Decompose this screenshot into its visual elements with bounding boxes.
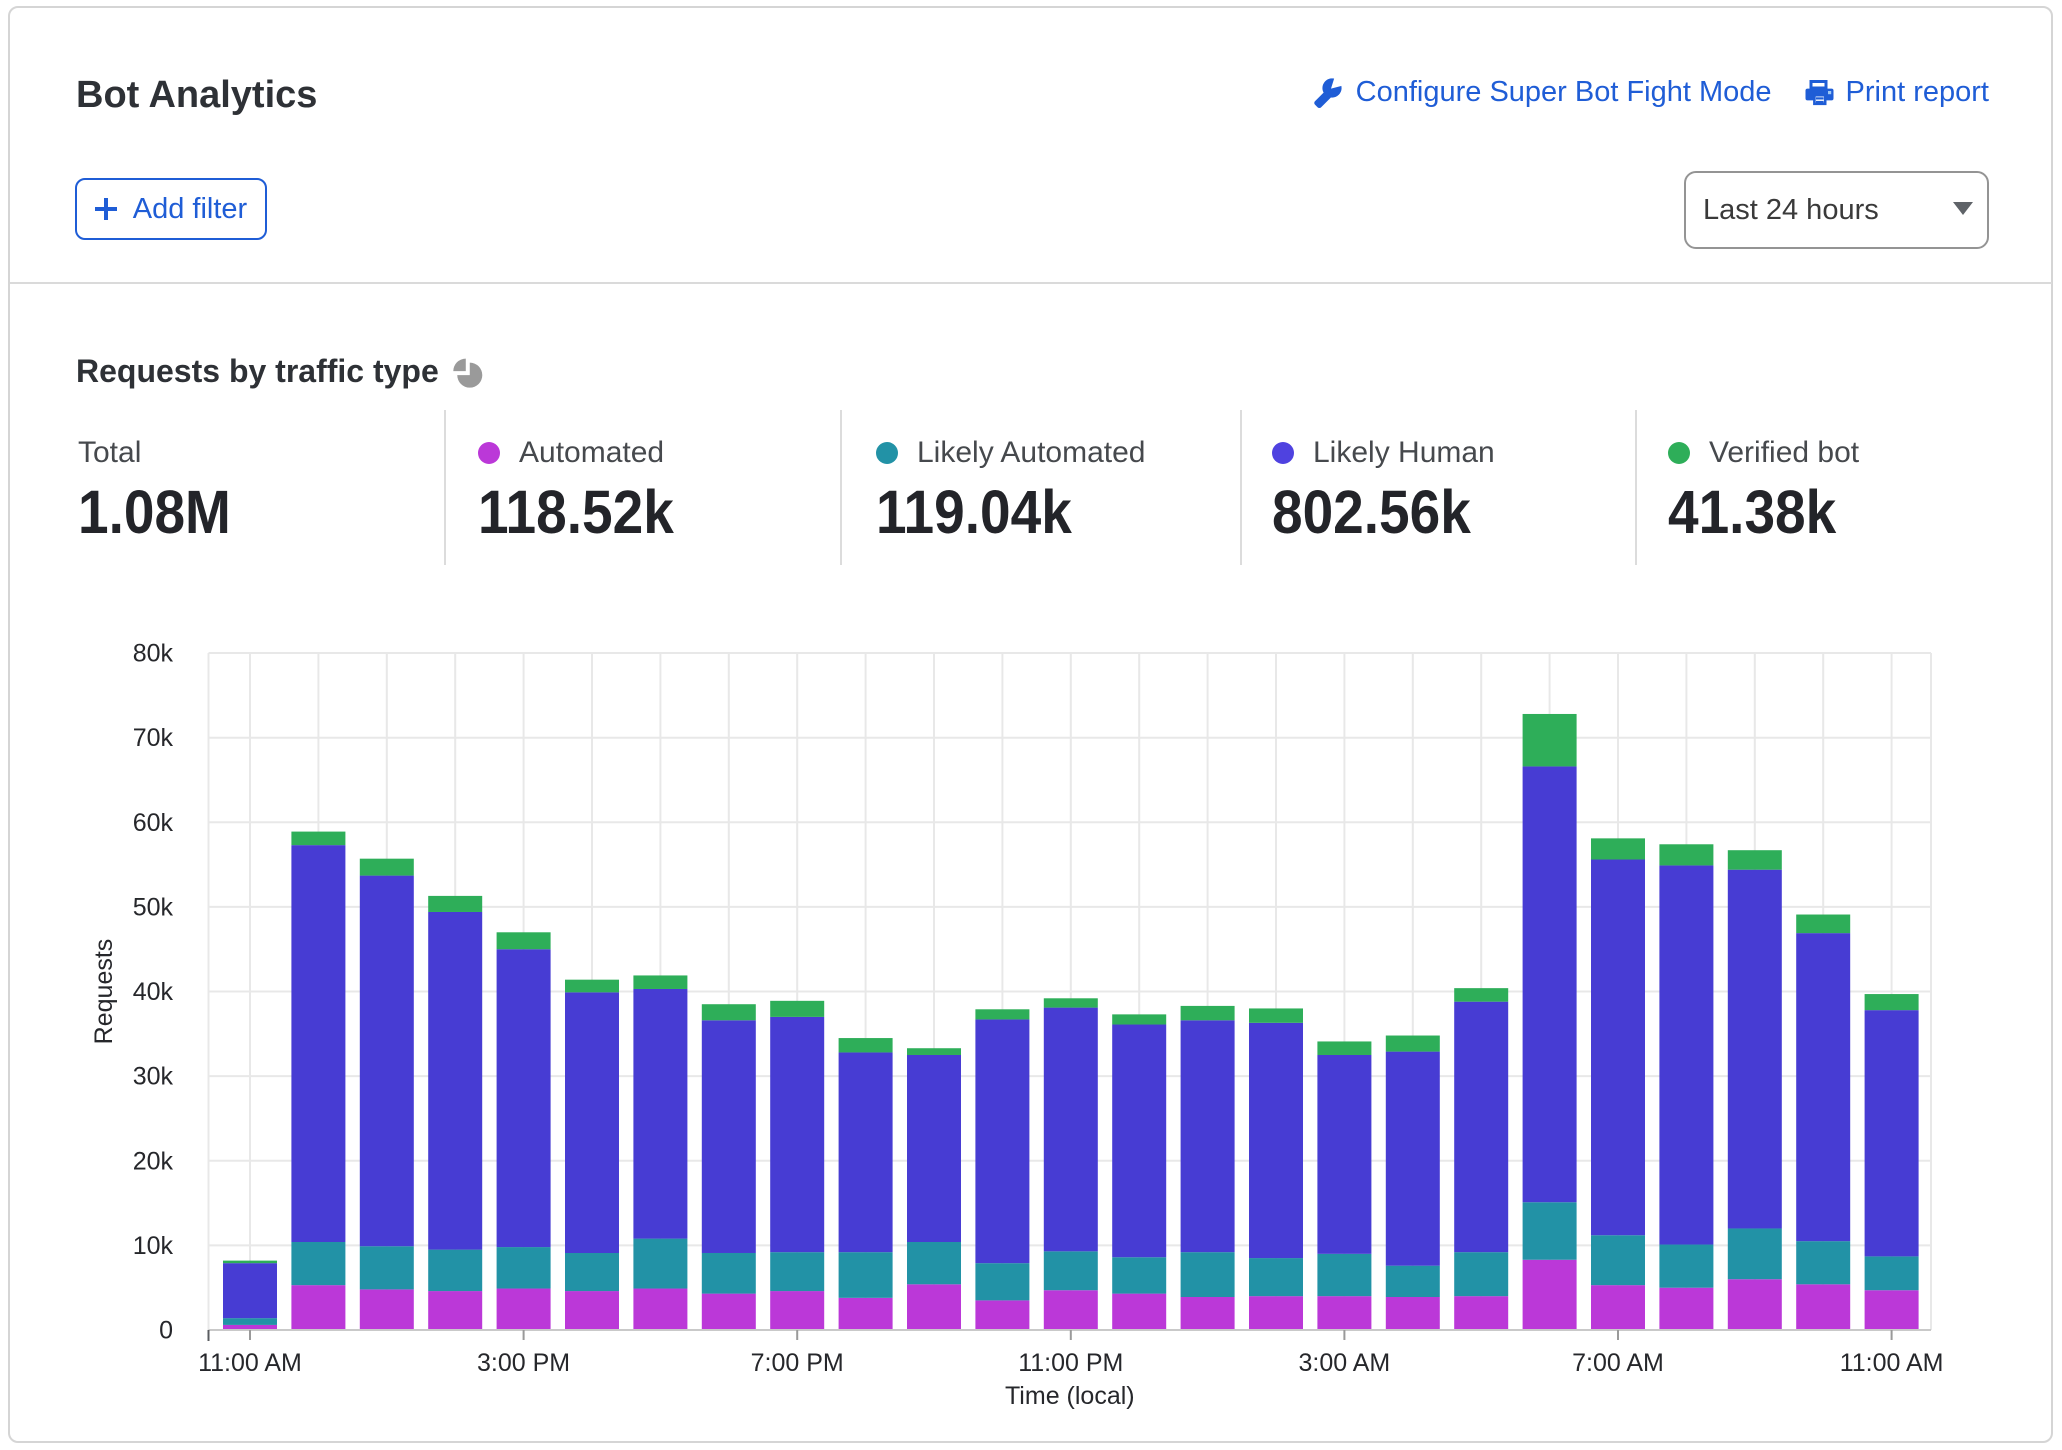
svg-text:60k: 60k bbox=[133, 809, 174, 837]
svg-text:0: 0 bbox=[159, 1317, 173, 1345]
svg-text:7:00 PM: 7:00 PM bbox=[751, 1349, 844, 1377]
svg-text:20k: 20k bbox=[133, 1147, 174, 1175]
svg-text:11:00 PM: 11:00 PM bbox=[1018, 1349, 1123, 1377]
svg-text:11:00 AM: 11:00 AM bbox=[198, 1349, 302, 1377]
svg-text:40k: 40k bbox=[133, 978, 174, 1006]
svg-text:3:00 PM: 3:00 PM bbox=[477, 1349, 570, 1377]
svg-text:50k: 50k bbox=[133, 893, 174, 921]
svg-text:Requests: Requests bbox=[90, 939, 118, 1045]
svg-text:10k: 10k bbox=[133, 1232, 174, 1260]
svg-text:80k: 80k bbox=[133, 640, 174, 668]
svg-text:30k: 30k bbox=[133, 1063, 174, 1091]
svg-text:Time (local): Time (local) bbox=[1005, 1382, 1135, 1410]
svg-text:11:00 AM: 11:00 AM bbox=[1840, 1349, 1944, 1377]
svg-text:7:00 AM: 7:00 AM bbox=[1572, 1349, 1664, 1377]
svg-text:3:00 AM: 3:00 AM bbox=[1299, 1349, 1391, 1377]
svg-text:70k: 70k bbox=[133, 724, 174, 752]
